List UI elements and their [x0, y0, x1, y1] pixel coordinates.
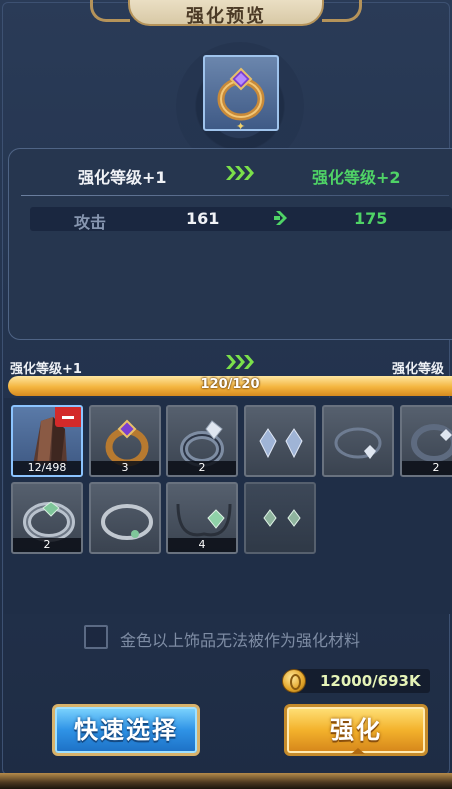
material-slot-3[interactable]: 2	[166, 405, 238, 477]
exclude-gold-label: 金色以上饰品无法被作为强化材料	[120, 631, 361, 650]
material-slot-1[interactable]: 12/498	[11, 405, 83, 477]
material-slot-9[interactable]: 4	[166, 482, 238, 554]
page-title: 强化预览	[186, 6, 266, 27]
triple-arrow-icon	[226, 166, 254, 180]
material-slot-8[interactable]	[89, 482, 161, 554]
exclude-gold-checkbox[interactable]	[84, 625, 108, 649]
progress-level-right: 强化等级	[392, 362, 445, 377]
slot-count: 12/498	[13, 461, 81, 475]
attack-label: 攻击	[74, 213, 107, 232]
silver-bracelet-icon	[334, 427, 382, 459]
cost-text: 12000/693K	[320, 672, 421, 690]
attack-current: 161	[186, 209, 220, 228]
progress-text: 120/120	[200, 377, 260, 392]
current-level: 强化等级+1	[78, 168, 167, 187]
enhance-button[interactable]: 强化	[284, 704, 428, 756]
slot-count: 4	[168, 538, 236, 552]
next-level: 强化等级+2	[312, 168, 401, 187]
material-slot-5[interactable]	[322, 405, 394, 477]
attack-next: 175	[354, 209, 388, 228]
triple-arrow-icon	[226, 355, 254, 369]
divider	[21, 195, 449, 196]
crystal-earrings-icon	[259, 428, 303, 459]
material-slot-4[interactable]	[244, 405, 316, 477]
material-slot-7[interactable]: 2	[11, 482, 83, 554]
slot-count: 2	[168, 461, 236, 475]
progress-level-left: 强化等级+1	[10, 362, 82, 377]
slot-count: 2	[13, 538, 81, 552]
gold-ring-purple-gem-icon	[217, 67, 265, 121]
arrow-right-icon	[274, 211, 287, 225]
silver-ring-thin-icon	[101, 504, 153, 540]
quick-select-button[interactable]: 快速选择	[52, 704, 200, 756]
material-slot-10[interactable]	[244, 482, 316, 554]
material-slot-6[interactable]: 2	[400, 405, 452, 477]
preview-item-slot[interactable]: ✦	[203, 55, 279, 133]
slot-count: 2	[402, 461, 452, 475]
title-banner: 强化预览	[128, 0, 324, 27]
remove-button[interactable]	[55, 407, 81, 427]
title-ornament-left	[90, 0, 130, 22]
gold-coin-icon	[282, 669, 306, 693]
slot-count: 3	[91, 461, 159, 475]
material-slot-2[interactable]: 3	[89, 405, 161, 477]
bottom-frame	[0, 773, 452, 789]
green-earrings-icon	[263, 509, 301, 527]
star-icon: ✦	[236, 120, 246, 133]
